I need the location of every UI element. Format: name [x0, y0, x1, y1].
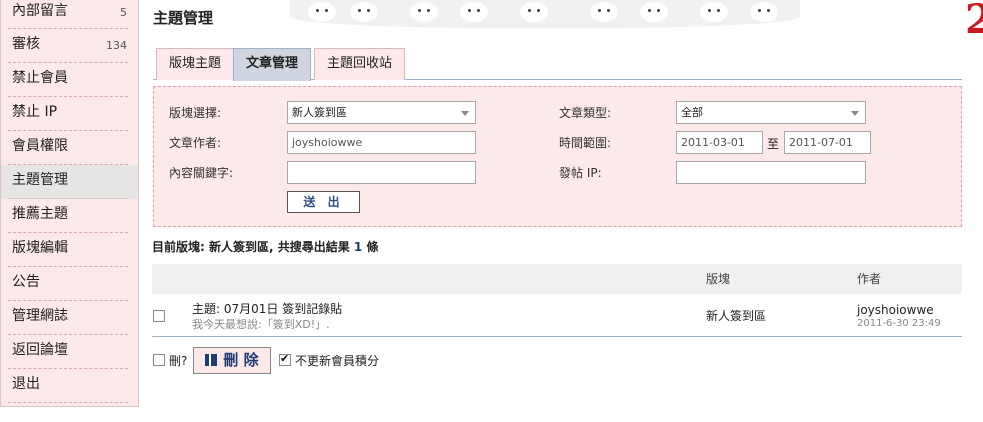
cloud-face-icon [410, 2, 438, 22]
sidebar-item-ban-ip[interactable]: 禁止 IP [1, 97, 138, 131]
article-type-select[interactable]: 全部 [676, 101, 866, 124]
row-topic-excerpt: 我今天最想說:「簽到XD!」. [192, 318, 330, 331]
column-header-author: 作者 [857, 272, 882, 286]
sidebar-item-count: 134 [106, 39, 127, 52]
sidebar-item-label: 禁止 IP [12, 104, 58, 120]
result-summary-prefix: 目前版塊: 新人簽到區, 共搜尋出結果 [152, 240, 354, 254]
row-board[interactable]: 新人簽到區 [706, 307, 766, 324]
sidebar-item-manage-blogs[interactable]: 管理網誌 [1, 301, 138, 335]
post-ip-input[interactable] [676, 161, 866, 184]
admin-page: 內部留言 5 審核 134 禁止會員 禁止 IP 會員權限 主題管理 推薦主題 … [0, 0, 983, 422]
author-label: 文章作者: [169, 136, 222, 150]
sidebar-item-count: 5 [120, 6, 127, 19]
tab-bar: 版塊主題 文章管理 主題回收站 [153, 46, 962, 81]
sidebar-item-announcements[interactable]: 公告 [1, 267, 138, 301]
time-from-input[interactable]: 2011-03-01 [676, 131, 763, 154]
delete-button-label: 刪 除 [223, 351, 259, 369]
sidebar-item-label: 主題管理 [12, 172, 68, 188]
logo-text: 2 [965, 0, 983, 43]
tab-board-topics[interactable]: 版塊主題 [156, 48, 235, 80]
sidebar-item-ban-member[interactable]: 禁止會員 [1, 63, 138, 97]
row-topic-title[interactable]: 主題: 07月01日 簽到記錄貼 [192, 300, 342, 317]
article-type-value: 全部 [681, 106, 703, 119]
delete-button[interactable]: 刪 除 [193, 347, 271, 374]
cloud-face-icon [640, 2, 668, 22]
author-input-value: joyshoiowwe [292, 136, 363, 149]
cloud-face-icon [308, 2, 336, 22]
tab-topic-recycle-bin[interactable]: 主題回收站 [314, 48, 406, 80]
header: 主題管理 2 [140, 0, 983, 43]
table-row: 主題: 07月01日 簽到記錄貼 我今天最想說:「簽到XD!」. 新人簽到區 j… [152, 295, 962, 337]
cloud-face-icon [350, 2, 378, 22]
time-range-separator: 至 [767, 137, 780, 151]
keyword-label: 內容關鍵字: [169, 166, 234, 180]
sidebar-item-label: 返回論壇 [12, 342, 68, 358]
delete-icon [205, 354, 218, 366]
sidebar-item-review[interactable]: 審核 134 [1, 29, 138, 63]
logo: 2 [951, 0, 983, 48]
sidebar-item-board-edit[interactable]: 版塊編輯 [1, 233, 138, 267]
author-input[interactable]: joyshoiowwe [287, 131, 476, 154]
sidebar-item-label: 推薦主題 [12, 206, 68, 222]
sidebar-item-label: 管理網誌 [12, 308, 68, 324]
row-select-checkbox[interactable] [153, 310, 165, 322]
result-count: 1 [353, 240, 363, 254]
row-date: 2011-6-30 23:49 [857, 318, 941, 329]
search-panel: 版塊選擇: 新人簽到區 文章類型: 全部 文章作者: joyshoiowwe 時… [153, 86, 962, 227]
sidebar-item-label: 退出 [12, 376, 40, 392]
article-type-label: 文章類型: [559, 106, 612, 120]
select-all-checkbox[interactable] [153, 354, 165, 366]
sidebar-item-member-permissions[interactable]: 會員權限 [1, 131, 138, 165]
no-update-points-checkbox[interactable] [279, 352, 291, 366]
time-from-value: 2011-03-01 [681, 136, 745, 149]
sidebar-item-back-to-forum[interactable]: 返回論壇 [1, 335, 138, 369]
board-select[interactable]: 新人簽到區 [287, 101, 476, 124]
result-summary: 目前版塊: 新人簽到區, 共搜尋出結果 1 條 [152, 238, 378, 255]
cloud-face-icon [520, 2, 548, 22]
sidebar-item-topic-management[interactable]: 主題管理 [1, 165, 138, 199]
no-update-points-label: 不更新會員積分 [295, 354, 380, 368]
cloud-face-icon [700, 2, 728, 22]
board-select-value: 新人簽到區 [292, 106, 347, 119]
time-range-label: 時間範圍: [559, 136, 612, 150]
submit-button[interactable]: 送 出 [287, 191, 360, 213]
sidebar-item-label: 公告 [12, 274, 40, 290]
post-ip-label: 發帖 IP: [559, 166, 602, 180]
table-header: 版塊 作者 [152, 264, 962, 294]
board-select-label: 版塊選擇: [169, 106, 222, 120]
delete-question-label: 刪? [169, 354, 188, 368]
keyword-input[interactable] [287, 161, 476, 184]
sidebar-item-label: 版塊編輯 [12, 240, 68, 256]
cloud-face-icon [460, 2, 488, 22]
sidebar-item-label: 內部留言 [12, 3, 68, 19]
sidebar-item-label: 禁止會員 [12, 70, 68, 86]
cloud-face-icon [590, 2, 618, 22]
sidebar-item-recommend-topics[interactable]: 推薦主題 [1, 199, 138, 233]
sidebar-item-label: 審核 [12, 36, 40, 52]
cloud-face-icon [750, 2, 778, 22]
header-decoration [290, 0, 800, 28]
sidebar-item-logout[interactable]: 退出 [1, 369, 138, 403]
tab-article-management[interactable]: 文章管理 [233, 48, 312, 81]
time-to-input[interactable]: 2011-07-01 [784, 131, 871, 154]
time-to-value: 2011-07-01 [789, 136, 853, 149]
row-author[interactable]: joyshoiowwe [857, 303, 934, 317]
sidebar: 內部留言 5 審核 134 禁止會員 禁止 IP 會員權限 主題管理 推薦主題 … [0, 0, 139, 407]
result-summary-suffix: 條 [362, 240, 379, 254]
sidebar-item-label: 會員權限 [12, 138, 68, 154]
page-title: 主題管理 [153, 9, 214, 27]
sidebar-item-internal-messages[interactable]: 內部留言 5 [1, 0, 138, 29]
column-header-board: 版塊 [706, 272, 731, 286]
